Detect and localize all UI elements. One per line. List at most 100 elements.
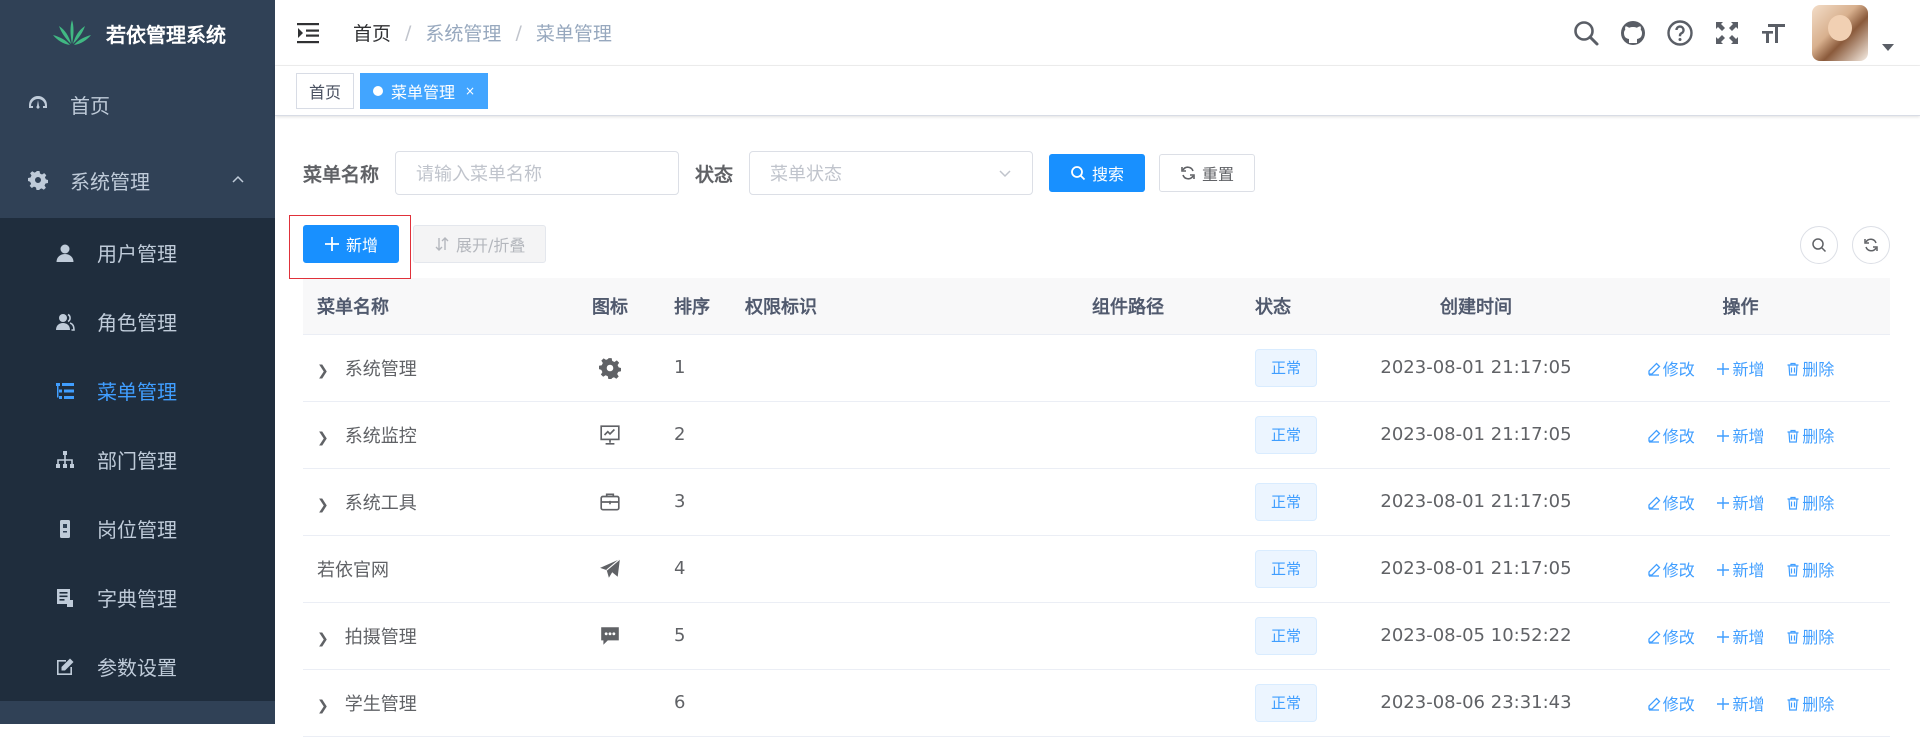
cell-status: 正常 [1251, 334, 1361, 402]
sidebar-item-label: 岗位管理 [97, 518, 177, 542]
status-select[interactable]: 菜单状态 [749, 151, 1034, 195]
delete-icon [1787, 697, 1799, 711]
refresh-button[interactable] [1852, 226, 1890, 264]
delete-button[interactable]: 删除 [1786, 494, 1834, 513]
close-icon[interactable]: × [465, 84, 475, 98]
menu-name-input[interactable]: 请输入菜单名称 [395, 151, 680, 195]
add-child-button[interactable]: 新增 [1716, 427, 1765, 446]
chevron-right-icon[interactable]: ❯ [317, 430, 331, 446]
edit-button[interactable]: 修改 [1647, 427, 1695, 446]
search-button-label: 搜索 [1092, 165, 1125, 184]
sidebar-item-roles[interactable]: 角色管理 [0, 287, 275, 356]
guide-icon [600, 558, 621, 578]
edit-button[interactable]: 修改 [1647, 561, 1695, 580]
system-icon [599, 357, 621, 379]
cell-perm [731, 602, 991, 670]
sidebar-item-config[interactable]: 参数设置 [0, 632, 275, 701]
search-icon[interactable] [1572, 19, 1600, 47]
breadcrumb-current: 菜单管理 [535, 23, 612, 45]
cell-icon [560, 334, 660, 402]
delete-label: 删除 [1802, 694, 1835, 714]
github-icon[interactable] [1619, 19, 1647, 47]
tag-menu-management[interactable]: 菜单管理 × [360, 72, 489, 109]
cell-ops: 修改 新增 删除 [1591, 334, 1890, 402]
hamburger-icon[interactable] [297, 22, 323, 44]
post-icon [60, 519, 70, 538]
sidebar-item-system[interactable]: 系统管理 [0, 142, 275, 218]
plus-icon [1717, 362, 1730, 375]
table-row[interactable]: ❯ 拍摄管理 5 正常 2023-08-05 10:52:22 修改 新增 删除 [303, 602, 1890, 670]
table-row[interactable]: 若依官网 4 正常 2023-08-01 21:17:05 修改 新增 删除 [303, 535, 1890, 603]
help-icon[interactable] [1666, 19, 1694, 47]
cell-time: 2023-08-01 21:17:05 [1361, 468, 1591, 536]
app-container: 菜单名称 请输入菜单名称 状态 菜单状态 搜索 重置 新增 展开/折叠 菜单名称… [275, 116, 1920, 737]
edit-button[interactable]: 修改 [1647, 494, 1695, 513]
table-row[interactable]: ❯ 系统工具 3 正常 2023-08-01 21:17:05 修改 新增 删除 [303, 468, 1890, 536]
search-form: 菜单名称 请输入菜单名称 状态 菜单状态 搜索 重置 [303, 116, 1890, 210]
dict-icon [57, 588, 73, 607]
tree-table-icon [56, 382, 74, 399]
sidebar-item-posts[interactable]: 岗位管理 [0, 494, 275, 563]
sidebar-item-menus[interactable]: 菜单管理 [0, 356, 275, 425]
logo-icon [53, 20, 91, 45]
breadcrumb-home[interactable]: 首页 [353, 19, 391, 46]
status-badge: 正常 [1255, 415, 1318, 454]
expand-collapse-button[interactable]: 展开/折叠 [413, 225, 547, 263]
delete-icon [1787, 362, 1799, 376]
cell-ops: 修改 新增 删除 [1591, 535, 1890, 603]
table-body: ❯ 系统管理 1 正常 2023-08-01 21:17:05 修改 新增 删除… [303, 334, 1890, 737]
monitor-icon [600, 424, 620, 445]
sidebar-item-label: 字典管理 [97, 587, 177, 611]
add-label: 新增 [1732, 560, 1765, 580]
add-child-button[interactable]: 新增 [1716, 560, 1765, 580]
chevron-right-icon[interactable]: ❯ [317, 363, 331, 379]
add-child-button[interactable]: 新增 [1716, 494, 1765, 513]
cell-path [991, 334, 1251, 402]
delete-button[interactable]: 删除 [1786, 360, 1834, 379]
add-child-button[interactable]: 新增 [1716, 695, 1765, 714]
tags-view: 首页 菜单管理 × [275, 66, 1920, 116]
cell-path [991, 535, 1251, 603]
cell-perm [731, 468, 991, 536]
cell-status: 正常 [1251, 401, 1361, 469]
delete-button[interactable]: 删除 [1786, 427, 1834, 446]
sidebar-item-depts[interactable]: 部门管理 [0, 425, 275, 494]
chevron-right-icon[interactable]: ❯ [317, 631, 331, 647]
delete-button[interactable]: 删除 [1786, 695, 1834, 714]
edit-button[interactable]: 修改 [1647, 360, 1695, 379]
search-button[interactable]: 搜索 [1049, 154, 1146, 192]
edit-button[interactable]: 修改 [1647, 628, 1695, 647]
table-row[interactable]: ❯ 学生管理 6 正常 2023-08-06 23:31:43 修改 新增 删除 [303, 669, 1890, 737]
cell-name: ❯ 系统工具 [303, 468, 560, 536]
tag-home[interactable]: 首页 [296, 72, 355, 109]
edit-label: 修改 [1662, 493, 1695, 513]
caret-down-icon[interactable] [1882, 44, 1894, 51]
toggle-search-button[interactable] [1800, 226, 1838, 264]
cell-icon [560, 669, 660, 737]
edit-label: 修改 [1662, 627, 1695, 647]
sidebar-item-home[interactable]: 首页 [0, 66, 275, 142]
sidebar-item-dicts[interactable]: 字典管理 [0, 563, 275, 632]
avatar[interactable] [1812, 4, 1868, 61]
delete-button[interactable]: 删除 [1786, 561, 1834, 580]
edit-button[interactable]: 修改 [1647, 695, 1695, 714]
fullscreen-icon[interactable] [1713, 19, 1741, 47]
chevron-right-icon[interactable]: ❯ [317, 497, 331, 513]
sort-icon [435, 237, 449, 251]
cell-sort: 5 [660, 602, 731, 670]
table-row[interactable]: ❯ 系统监控 2 正常 2023-08-01 21:17:05 修改 新增 删除 [303, 401, 1890, 469]
sidebar-item-users[interactable]: 用户管理 [0, 218, 275, 287]
chevron-right-icon[interactable]: ❯ [317, 698, 331, 714]
search-icon [1071, 166, 1086, 181]
table-header-row: 菜单名称 图标 排序 权限标识 组件路径 状态 创建时间 操作 [303, 278, 1890, 335]
delete-button[interactable]: 删除 [1786, 628, 1834, 647]
add-child-button[interactable]: 新增 [1716, 360, 1765, 379]
delete-label: 删除 [1802, 627, 1835, 647]
cell-status: 正常 [1251, 535, 1361, 603]
add-child-button[interactable]: 新增 [1716, 628, 1765, 647]
text-size-icon[interactable] [1760, 19, 1788, 47]
reset-button[interactable]: 重置 [1159, 154, 1256, 192]
col-header-ops: 操作 [1591, 278, 1890, 335]
menu-table: 菜单名称 图标 排序 权限标识 组件路径 状态 创建时间 操作 ❯ 系统管理 1… [303, 278, 1890, 737]
table-row[interactable]: ❯ 系统管理 1 正常 2023-08-01 21:17:05 修改 新增 删除 [303, 334, 1890, 402]
